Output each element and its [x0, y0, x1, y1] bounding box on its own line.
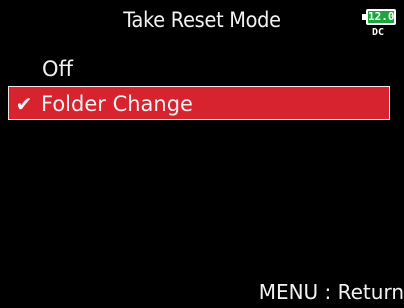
menu-item-off[interactable]: Off	[0, 52, 390, 86]
battery-indicator: 12.0	[362, 9, 396, 25]
menu-return-hint: MENU : Return	[258, 280, 404, 304]
checkmark-icon: ✔	[15, 92, 33, 116]
menu-item-folder-change[interactable]: ✔ Folder Change	[8, 86, 390, 120]
menu-item-label: Off	[42, 57, 73, 81]
menu-item-label: Folder Change	[41, 92, 193, 116]
power-source-label: DC	[372, 27, 385, 38]
screen-title: Take Reset Mode	[123, 8, 281, 32]
battery-level: 12.0	[368, 10, 395, 23]
device-screen: Take Reset Mode 12.0 DC Off ✔ Folder Cha…	[0, 0, 404, 308]
